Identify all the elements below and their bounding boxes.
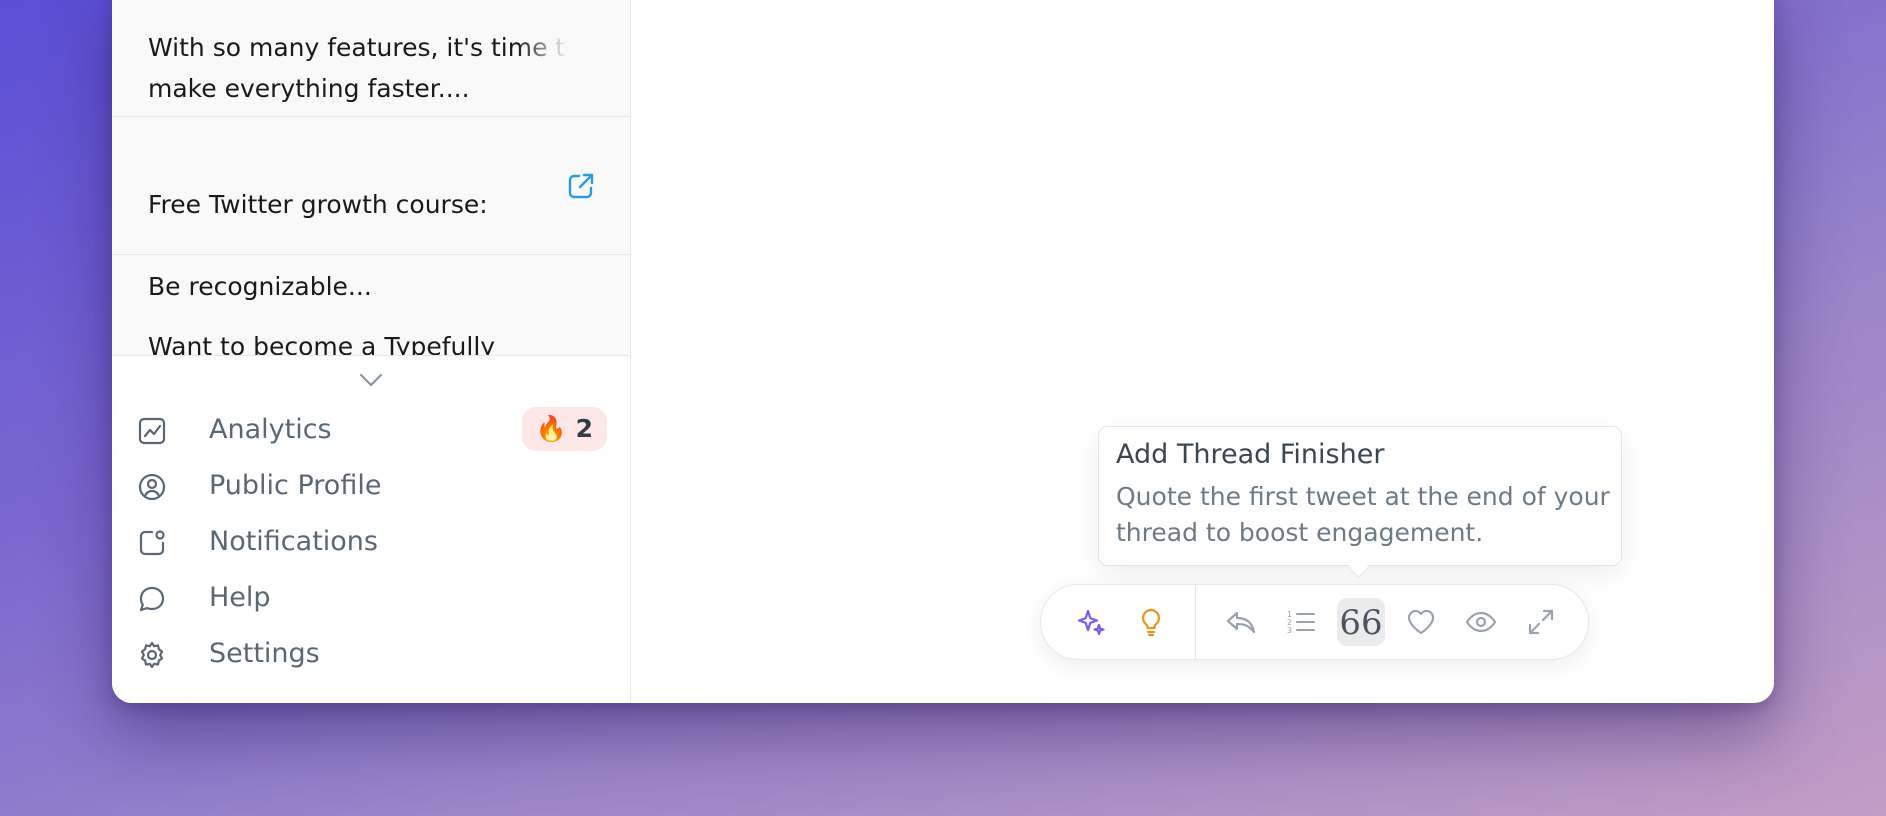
heart-icon bbox=[1407, 609, 1435, 635]
analytics-chart-icon bbox=[138, 417, 166, 445]
expand-button[interactable] bbox=[1517, 598, 1565, 646]
chat-bubble-icon bbox=[139, 586, 165, 612]
numbered-list-icon: 1 2 3 bbox=[1287, 610, 1315, 635]
sidebar-item-public-profile[interactable]: Public Profile bbox=[137, 466, 607, 506]
numbered-list-button[interactable]: 1 2 3 bbox=[1277, 598, 1325, 646]
like-button[interactable] bbox=[1397, 598, 1445, 646]
feed-item-text: Want to become a Typefully bbox=[148, 285, 568, 356]
feed-item-line: make everything faster.... bbox=[148, 74, 470, 103]
feed-item-line: Free Twitter growth course: bbox=[148, 190, 488, 219]
sidebar-item-label: Help bbox=[209, 582, 271, 613]
tooltip-body: Quote the first tweet at the end of your… bbox=[1116, 482, 1610, 547]
analytics-badge: 🔥 2 bbox=[521, 407, 607, 451]
badge-count: 2 bbox=[575, 414, 593, 443]
external-link-icon[interactable] bbox=[566, 171, 596, 201]
tooltip-title: Add Thread Finisher bbox=[1116, 439, 1385, 470]
sidebar-item-notifications[interactable]: Notifications bbox=[137, 522, 607, 562]
thread-finisher-button[interactable]: 66 bbox=[1337, 598, 1385, 646]
sidebar-item-label: Settings bbox=[209, 638, 320, 669]
feed-item[interactable]: Free Twitter growth course: Be recogniza… bbox=[112, 117, 630, 301]
editor-toolbar: 1 2 3 66 bbox=[1040, 584, 1589, 660]
feed-item-line: With so many features, it's time to bbox=[148, 33, 568, 62]
lightbulb-icon bbox=[1141, 608, 1161, 637]
svg-text:3: 3 bbox=[1287, 626, 1292, 635]
feed-item[interactable]: With so many features, it's time to make… bbox=[112, 0, 630, 117]
sidebar-item-label: Analytics bbox=[209, 414, 332, 445]
sidebar-item-help[interactable]: Help bbox=[137, 578, 607, 618]
gear-icon bbox=[140, 641, 164, 669]
sidebar-item-analytics[interactable]: Analytics 🔥 2 bbox=[137, 407, 607, 451]
user-circle-icon bbox=[138, 473, 166, 501]
thread-finisher-tooltip: Add Thread Finisher Quote the first twee… bbox=[1098, 426, 1622, 566]
feed-item-line: Want to become a Typefully bbox=[148, 332, 496, 356]
chevron-down-icon[interactable] bbox=[358, 372, 384, 388]
toolbar-divider bbox=[1195, 585, 1196, 659]
thread-finisher-quote-icon: 66 bbox=[1339, 603, 1383, 643]
sidebar-item-settings[interactable]: Settings bbox=[137, 634, 607, 674]
eye-icon bbox=[1465, 611, 1497, 633]
ideas-button[interactable] bbox=[1127, 598, 1175, 646]
feed-item-text: With so many features, it's time to make… bbox=[148, 27, 568, 109]
ai-sparkle-icon bbox=[1077, 609, 1105, 636]
draft-feed: With so many features, it's time to make… bbox=[112, 0, 630, 356]
app-window: With so many features, it's time to make… bbox=[112, 0, 1774, 703]
fire-icon: 🔥 bbox=[535, 414, 567, 443]
expand-icon bbox=[1528, 609, 1554, 635]
notification-icon bbox=[139, 530, 165, 556]
preview-button[interactable] bbox=[1457, 598, 1505, 646]
ai-assist-button[interactable] bbox=[1067, 598, 1115, 646]
sidebar-item-label: Public Profile bbox=[209, 470, 382, 501]
feed-item[interactable]: Want to become a Typefully bbox=[112, 255, 630, 356]
sidebar-item-label: Notifications bbox=[209, 526, 378, 557]
sidebar: With so many features, it's time to make… bbox=[112, 0, 631, 703]
reply-icon bbox=[1226, 611, 1256, 634]
reply-button[interactable] bbox=[1217, 598, 1265, 646]
